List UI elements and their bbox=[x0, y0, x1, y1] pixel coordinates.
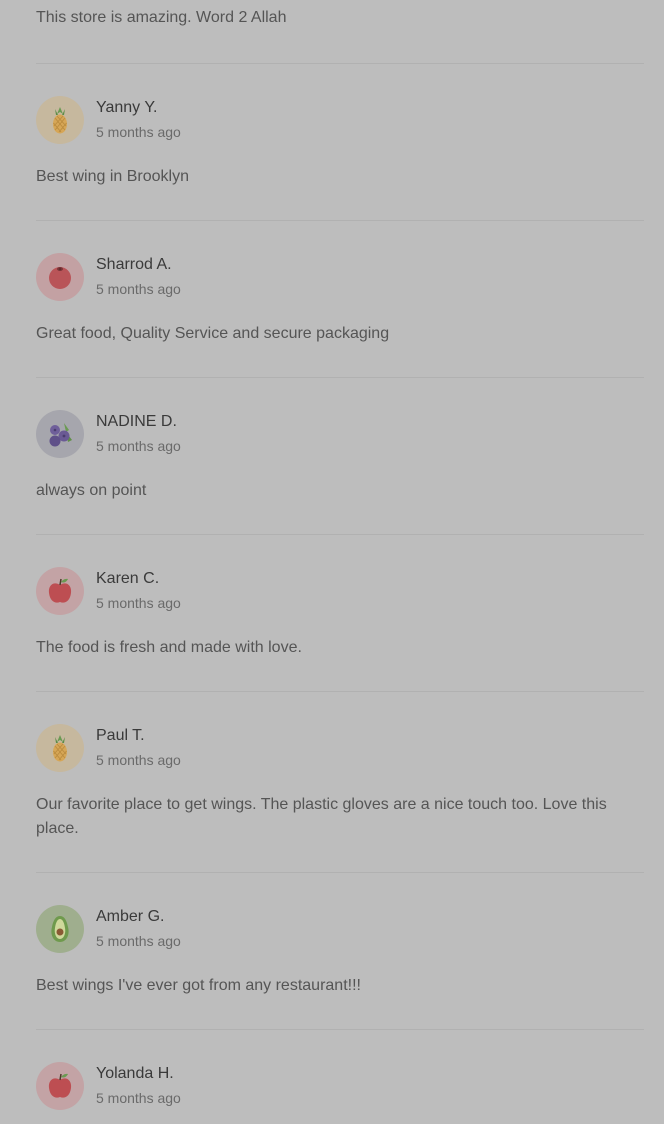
avatar bbox=[36, 96, 84, 144]
apple-icon bbox=[48, 578, 72, 603]
review-time: 5 months ago bbox=[96, 1090, 181, 1106]
review-comment: This store is amazing. Word 2 Allah bbox=[36, 9, 287, 26]
reviewer-name: Paul T. bbox=[96, 727, 145, 744]
pineapple-icon bbox=[53, 735, 67, 762]
reviewer-name: Yanny Y. bbox=[96, 99, 158, 116]
review-time: 5 months ago bbox=[96, 438, 181, 454]
review-time: 5 months ago bbox=[96, 752, 181, 768]
reviewer-name: Sharrod A. bbox=[96, 256, 172, 273]
pineapple-icon bbox=[53, 107, 67, 134]
review-item: Karen C. 5 months ago The food is fresh … bbox=[36, 567, 644, 691]
review-time: 5 months ago bbox=[96, 595, 181, 611]
divider bbox=[36, 534, 644, 535]
review-time: 5 months ago bbox=[96, 933, 181, 949]
apple-icon bbox=[48, 1073, 72, 1098]
review-item: Amber G. 5 months ago Best wings I've ev… bbox=[36, 905, 644, 1029]
reviewer-name: NADINE D. bbox=[96, 413, 177, 430]
review-comment: Our favorite place to get wings. The pla… bbox=[36, 796, 607, 837]
reviewer-name: Amber G. bbox=[96, 908, 165, 925]
review-comment: Great food, Quality Service and secure p… bbox=[36, 325, 390, 342]
avatar bbox=[36, 905, 84, 953]
review-comment: always on point bbox=[36, 482, 147, 499]
avocado-icon bbox=[51, 916, 69, 942]
review-item: Yanny Y. 5 months ago Best wing in Brook… bbox=[36, 96, 644, 220]
review-comment: Best wing in Brooklyn bbox=[36, 168, 189, 185]
review-comment: The food is fresh and made with love. bbox=[36, 639, 302, 656]
reviewer-name: Yolanda H. bbox=[96, 1065, 174, 1082]
avatar bbox=[36, 410, 84, 458]
avatar bbox=[36, 1062, 84, 1110]
blueberries-icon bbox=[49, 423, 72, 447]
avatar bbox=[36, 567, 84, 615]
review-item: Sharrod A. 5 months ago Great food, Qual… bbox=[36, 253, 644, 377]
divider bbox=[36, 691, 644, 692]
divider bbox=[36, 220, 644, 221]
review-item: Yolanda H. 5 months ago bbox=[36, 1062, 644, 1124]
tomato-icon bbox=[49, 267, 71, 289]
review-time: 5 months ago bbox=[96, 124, 181, 140]
divider bbox=[36, 872, 644, 873]
reviewer-name: Karen C. bbox=[96, 570, 160, 587]
divider bbox=[36, 63, 644, 64]
divider bbox=[36, 377, 644, 378]
review-comment: Best wings I've ever got from any restau… bbox=[36, 977, 361, 994]
avatar bbox=[36, 724, 84, 772]
review-item: NADINE D. 5 months ago always on point bbox=[36, 410, 644, 534]
review-time: 5 months ago bbox=[96, 281, 181, 297]
avatar bbox=[36, 253, 84, 301]
divider bbox=[36, 1029, 644, 1030]
review-item: Paul T. 5 months ago Our favorite place … bbox=[36, 724, 644, 872]
